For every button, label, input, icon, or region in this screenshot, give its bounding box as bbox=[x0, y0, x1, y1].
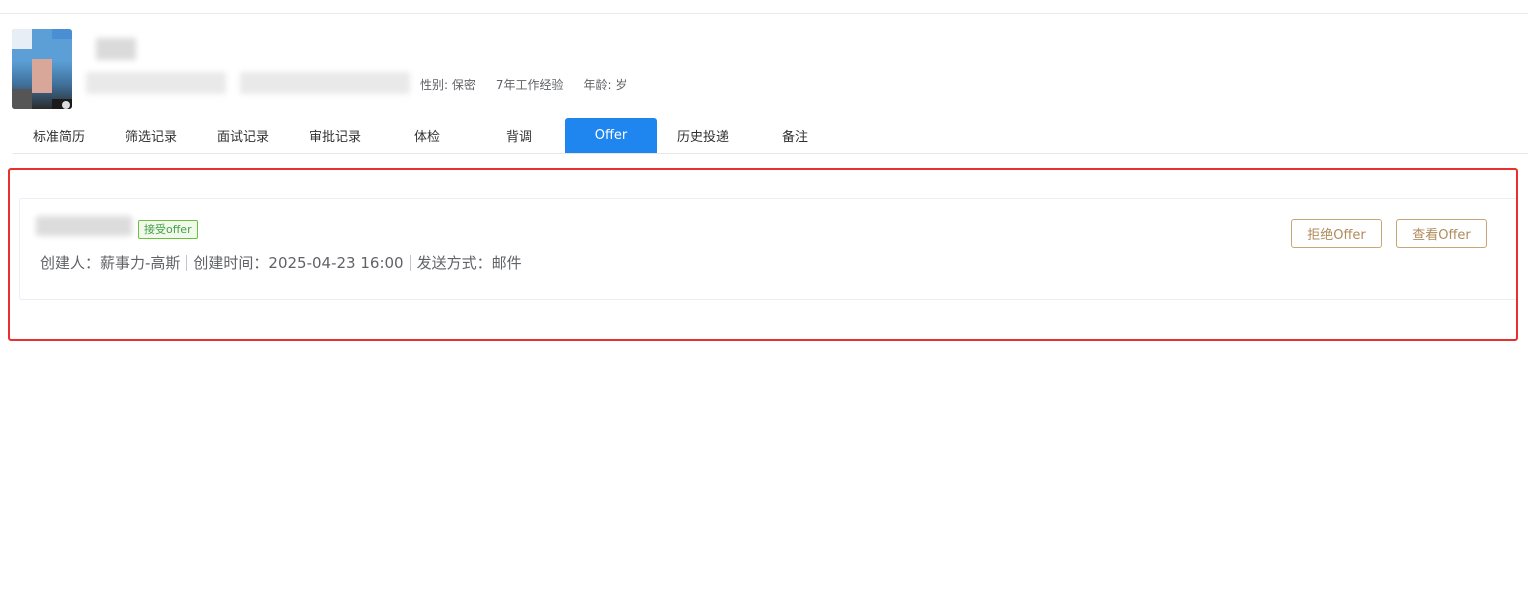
candidate-details-redacted bbox=[240, 72, 410, 94]
tab-offer[interactable]: Offer bbox=[565, 118, 657, 153]
top-divider bbox=[0, 13, 1528, 14]
view-offer-button[interactable]: 查看Offer bbox=[1396, 219, 1487, 248]
profile-tabs: 标准简历 筛选记录 面试记录 审批记录 体检 背调 Offer 历史投递 备注 bbox=[13, 118, 841, 154]
info-separator bbox=[186, 254, 188, 271]
gender-text: 性别: 保密 bbox=[420, 78, 476, 92]
offer-info: 创建人：薪事力-高斯 创建时间：2025-04-23 16:00 发送方式：邮件 bbox=[40, 252, 522, 273]
reject-offer-button[interactable]: 拒绝Offer bbox=[1291, 219, 1382, 248]
tab-medical-exam[interactable]: 体检 bbox=[381, 118, 473, 153]
candidate-meta: 性别: 保密 7年工作经验 年龄: 岁 bbox=[420, 76, 627, 93]
tab-application-history[interactable]: 历史投递 bbox=[657, 118, 749, 153]
experience-text: 7年工作经验 bbox=[495, 78, 564, 92]
tab-screening-records[interactable]: 筛选记录 bbox=[105, 118, 197, 153]
age-text: 年龄: 岁 bbox=[583, 78, 628, 92]
tabs-divider bbox=[13, 153, 1528, 154]
avatar-badge-icon bbox=[62, 101, 70, 109]
avatar bbox=[12, 29, 72, 109]
tab-background-check[interactable]: 背调 bbox=[473, 118, 565, 153]
tab-notes[interactable]: 备注 bbox=[749, 118, 841, 153]
offer-created-time: 创建时间：2025-04-23 16:00 bbox=[193, 254, 404, 272]
info-separator bbox=[409, 254, 411, 271]
tab-interview-records[interactable]: 面试记录 bbox=[197, 118, 289, 153]
offer-status-badge: 接受offer bbox=[138, 220, 198, 239]
offer-title-redacted bbox=[36, 216, 132, 236]
tab-standard-resume[interactable]: 标准简历 bbox=[13, 118, 105, 153]
candidate-name-redacted bbox=[96, 38, 136, 60]
offer-card bbox=[19, 198, 1516, 300]
tab-approval-records[interactable]: 审批记录 bbox=[289, 118, 381, 153]
offer-send-method: 发送方式：邮件 bbox=[416, 254, 522, 272]
candidate-contact-redacted bbox=[86, 72, 226, 94]
offer-creator: 创建人：薪事力-高斯 bbox=[40, 254, 181, 272]
